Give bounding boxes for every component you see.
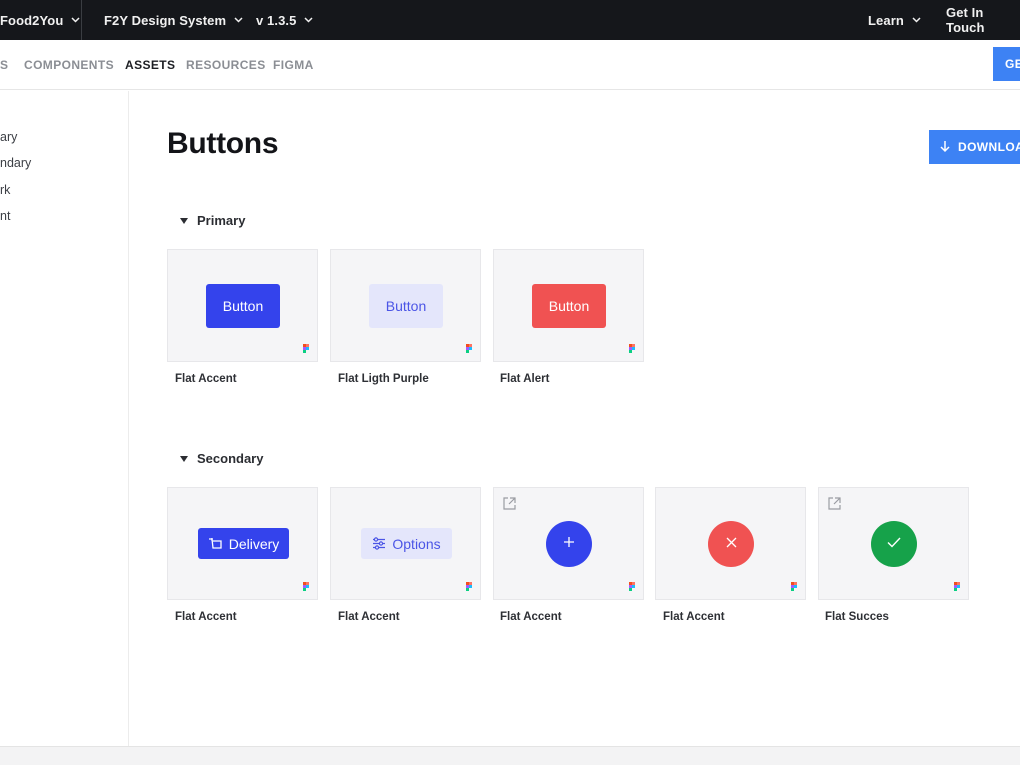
figma-icon (466, 582, 472, 591)
sample-add-button[interactable] (546, 521, 592, 567)
product-dropdown[interactable]: F2Y Design System (104, 0, 243, 40)
sidebar-item-primary[interactable]: ary (0, 130, 17, 144)
figma-icon (791, 582, 797, 591)
button-card[interactable]: Button (493, 249, 644, 362)
figma-icon (954, 582, 960, 591)
button-card[interactable] (655, 487, 806, 600)
sample-success-button[interactable] (871, 521, 917, 567)
sliders-icon (372, 537, 386, 550)
figma-icon (303, 344, 309, 353)
chevron-down-icon (234, 17, 243, 23)
version-dropdown[interactable]: v 1.3.5 (256, 0, 313, 40)
delivery-icon (208, 537, 223, 550)
topbar-divider (81, 0, 82, 40)
external-link-icon[interactable] (503, 497, 516, 515)
delivery-label: Delivery (228, 535, 280, 552)
version-label: v 1.3.5 (256, 12, 297, 28)
external-link-icon[interactable] (828, 497, 841, 515)
card-label: Flat Accent (500, 611, 562, 623)
sample-close-button[interactable] (708, 521, 754, 567)
chevron-down-icon (71, 17, 80, 23)
card-label: Flat Succes (825, 611, 889, 623)
nav-item-components[interactable]: COMPONENTS (24, 40, 114, 90)
card-label: Flat Alert (500, 373, 550, 385)
options-label: Options (392, 535, 441, 552)
close-icon (726, 535, 737, 553)
sample-accent-button[interactable]: Button (206, 284, 280, 328)
button-card[interactable]: Delivery (167, 487, 318, 600)
sidebar-item-dark[interactable]: rk (0, 183, 10, 197)
chevron-down-icon (304, 17, 313, 23)
figma-icon (303, 582, 309, 591)
plus-icon (563, 535, 575, 553)
button-card[interactable]: Options (330, 487, 481, 600)
sidebar-item-secondary[interactable]: ndary (0, 156, 31, 170)
card-label: Flat Ligth Purple (338, 373, 429, 385)
figma-icon (629, 582, 635, 591)
caret-down-icon (180, 217, 188, 224)
section-toggle-secondary[interactable]: Secondary (180, 451, 263, 466)
learn-dropdown[interactable]: Learn (868, 0, 921, 40)
get-in-touch-link[interactable]: Get In Touch (946, 0, 1020, 40)
section-toggle-primary[interactable]: Primary (180, 213, 245, 228)
sample-alert-button[interactable]: Button (532, 284, 606, 328)
figma-icon (629, 344, 635, 353)
section-title-primary: Primary (197, 213, 246, 228)
sidebar: ary ndary rk nt (0, 91, 129, 746)
download-button[interactable]: DOWNLOA (929, 130, 1020, 164)
download-icon (939, 140, 951, 154)
bottom-scrollbar[interactable] (0, 746, 1020, 765)
section-title-secondary: Secondary (197, 451, 264, 466)
page-title: Buttons (167, 127, 279, 160)
brand-dropdown[interactable]: Food2You (0, 0, 80, 40)
card-label: Flat Accent (175, 373, 237, 385)
sample-light-purple-button[interactable]: Button (369, 284, 443, 328)
learn-label: Learn (868, 12, 904, 28)
button-card[interactable] (818, 487, 969, 600)
card-label: Flat Accent (175, 611, 237, 623)
nav-item-partial[interactable]: S (0, 40, 8, 90)
get-in-touch-label: Get In Touch (946, 5, 985, 35)
sample-delivery-button[interactable]: Delivery (198, 528, 289, 559)
nav-item-resources[interactable]: RESOURCES (186, 40, 266, 90)
nav-item-figma[interactable]: FIGMA (273, 40, 314, 90)
download-label: DOWNLOA (958, 140, 1020, 154)
brand-label: Food2You (0, 12, 64, 28)
check-icon (887, 535, 901, 553)
card-label: Flat Accent (338, 611, 400, 623)
button-card[interactable] (493, 487, 644, 600)
figma-icon (466, 344, 472, 353)
get-started-button[interactable]: GE (993, 47, 1020, 81)
nav-item-assets[interactable]: ASSETS (125, 40, 175, 90)
sidebar-item-accent[interactable]: nt (0, 209, 10, 223)
section-nav: S COMPONENTS ASSETS RESOURCES FIGMA GE (0, 40, 1020, 90)
caret-down-icon (180, 455, 188, 462)
product-label: F2Y Design System (104, 12, 227, 28)
sample-options-button[interactable]: Options (361, 528, 452, 559)
button-card[interactable]: Button (330, 249, 481, 362)
button-card[interactable]: Button (167, 249, 318, 362)
card-label: Flat Accent (663, 611, 725, 623)
top-bar: Food2You F2Y Design System v 1.3.5 Learn… (0, 0, 1020, 40)
chevron-down-icon (912, 17, 921, 23)
